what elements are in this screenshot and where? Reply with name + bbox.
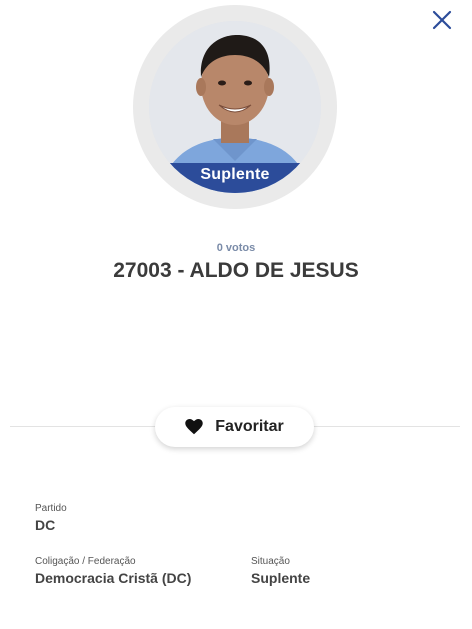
coalition-label: Coligação / Federação bbox=[35, 556, 136, 567]
favorite-label: Favoritar bbox=[215, 418, 284, 435]
coalition-value: Democracia Cristã (DC) bbox=[35, 570, 192, 586]
party-label: Partido bbox=[35, 503, 67, 514]
party-value: DC bbox=[35, 517, 56, 533]
situation-label: Situação bbox=[251, 556, 290, 567]
candidate-title: 27003 - ALDO DE JESUS bbox=[113, 259, 359, 282]
heart-icon bbox=[185, 419, 203, 435]
close-icon bbox=[432, 10, 452, 30]
status-banner: Suplente bbox=[149, 163, 321, 193]
close-button[interactable] bbox=[430, 8, 454, 32]
avatar: Suplente bbox=[133, 5, 337, 209]
favorite-button[interactable]: Favoritar bbox=[155, 407, 314, 447]
situation-value: Suplente bbox=[251, 570, 311, 586]
candidate-photo: Suplente bbox=[149, 21, 321, 193]
vote-count: 0 votos bbox=[216, 242, 256, 254]
